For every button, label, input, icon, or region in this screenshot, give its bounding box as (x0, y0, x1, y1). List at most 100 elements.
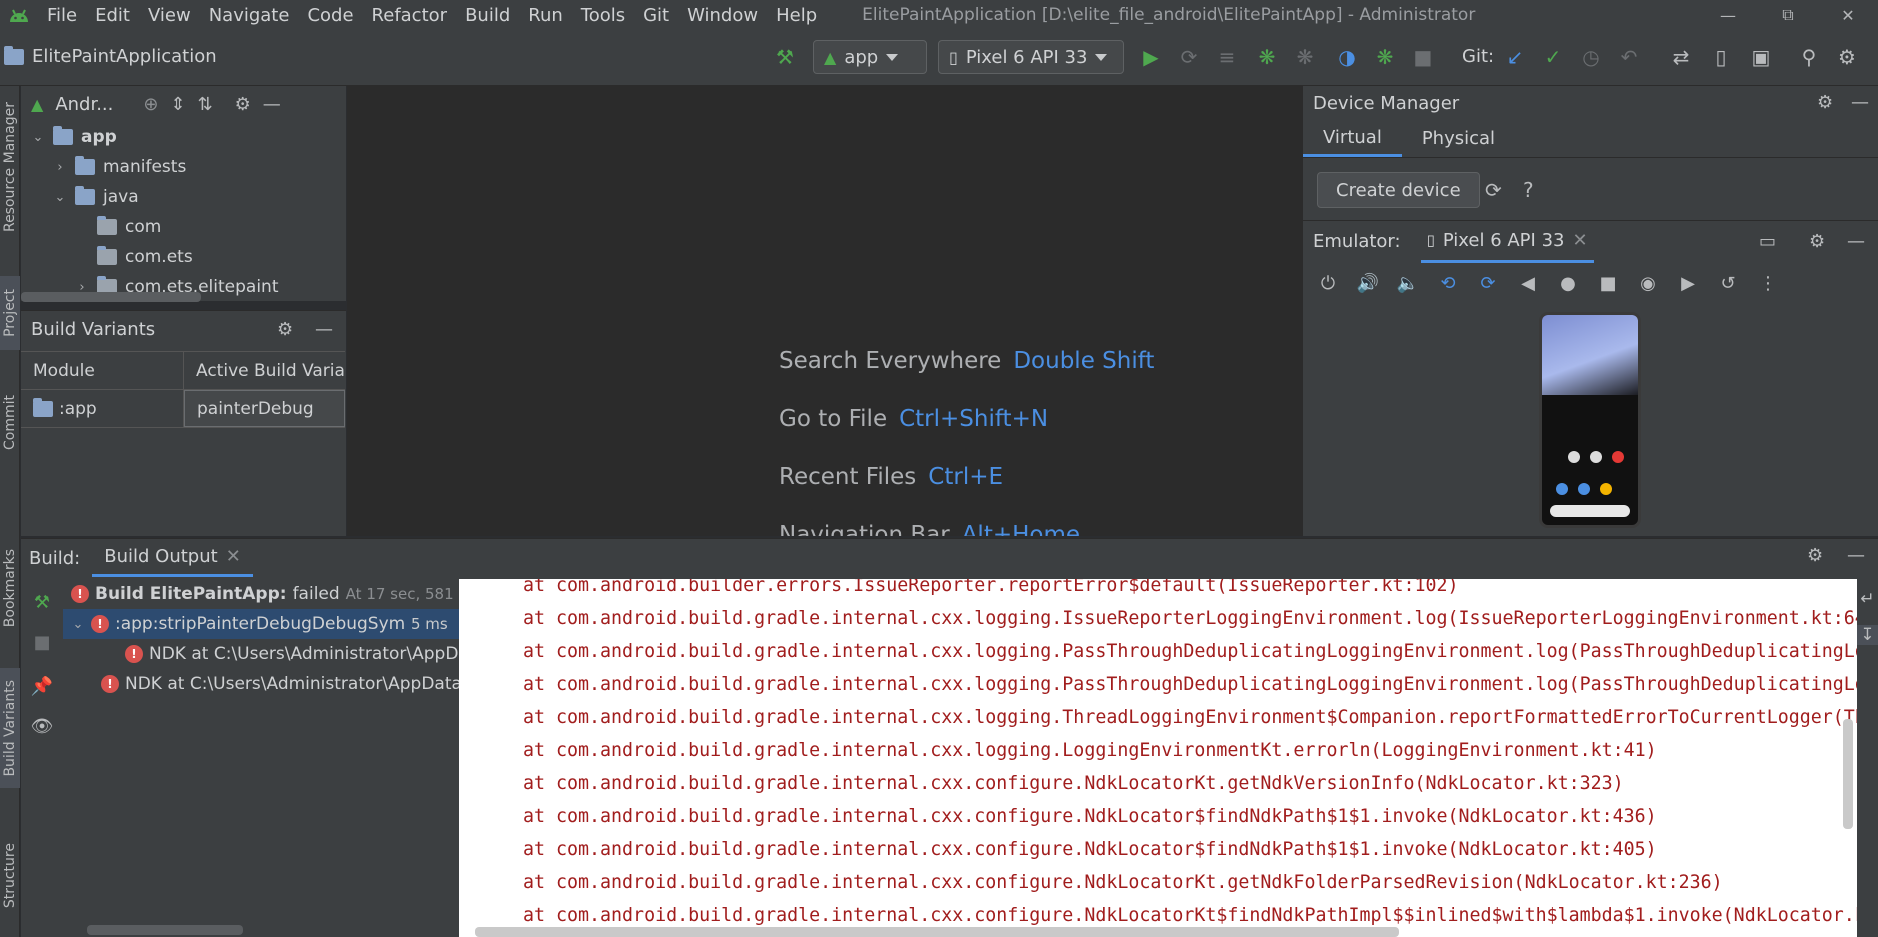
tab-build-output[interactable]: Build Output ✕ (92, 539, 253, 577)
hide-panel-icon[interactable]: — (263, 94, 281, 115)
emulator-screen[interactable] (1539, 312, 1641, 528)
window-layout-icon[interactable]: ▭ (1759, 231, 1776, 252)
tree-item-app[interactable]: ⌄ app (31, 122, 346, 152)
make-project-hammer-icon[interactable]: ⚒ (772, 44, 798, 70)
hide-panel-icon[interactable]: — (1847, 231, 1865, 252)
close-icon[interactable]: ✕ (1818, 0, 1878, 30)
git-commit-icon[interactable]: ✓ (1540, 44, 1566, 70)
tree-item-com[interactable]: com (31, 212, 346, 242)
snapshot-icon[interactable]: ↺ (1713, 268, 1743, 298)
phone-app-icon[interactable] (1556, 483, 1568, 495)
help-icon[interactable]: ? (1523, 178, 1534, 202)
panel-settings-gear-icon[interactable]: ⚙ (277, 319, 293, 340)
build-output-console[interactable]: at com.android.builder.errors.IssueRepor… (459, 579, 1857, 937)
create-device-button[interactable]: Create device (1317, 172, 1480, 208)
hide-panel-icon[interactable]: — (1851, 92, 1869, 113)
run-icon[interactable]: ▶ (1138, 44, 1164, 70)
tree-item-com-ets[interactable]: com.ets (31, 242, 346, 272)
build-message-row[interactable]: ! NDK at C:\Users\Administrator\AppData\… (63, 669, 459, 699)
stop-icon[interactable]: ■ (1410, 44, 1436, 70)
pin-icon[interactable]: 📌 (29, 673, 55, 699)
tab-project[interactable]: Project (0, 276, 20, 350)
git-history-icon[interactable]: ◷ (1578, 44, 1604, 70)
minimize-icon[interactable]: — (1698, 0, 1758, 30)
tab-commit[interactable]: Commit (0, 382, 20, 462)
volume-down-icon[interactable]: 🔈 (1393, 268, 1423, 298)
build-tree-hscrollbar[interactable] (87, 925, 243, 935)
menu-refactor[interactable]: Refactor (363, 5, 457, 26)
git-rollback-icon[interactable]: ↶ (1616, 44, 1642, 70)
project-hscrollbar[interactable] (21, 292, 201, 302)
messages-app-icon[interactable] (1578, 483, 1590, 495)
menu-run[interactable]: Run (519, 5, 572, 26)
tab-physical[interactable]: Physical (1402, 120, 1515, 157)
column-header-active-variant[interactable]: Active Build Varia... (184, 352, 345, 389)
search-icon[interactable]: ⚲ (1796, 44, 1822, 70)
build-task-row[interactable]: ⌄ ! :app:stripPainterDebugDebugSymbols 5… (63, 609, 459, 639)
home-icon[interactable]: ● (1553, 268, 1583, 298)
restore-icon[interactable]: ⧉ (1758, 0, 1818, 30)
menu-window[interactable]: Window (678, 5, 767, 26)
tree-item-java[interactable]: ⌄ java (31, 182, 346, 212)
apply-code-changes-icon[interactable]: ≡ (1214, 44, 1240, 70)
rebuild-hammer-icon[interactable]: ⚒ (29, 589, 55, 615)
eye-icon[interactable]: 👁 (29, 713, 55, 739)
emulator-device-tab[interactable]: ▯ Pixel 6 API 33 ✕ (1420, 221, 1594, 263)
attach-debugger-icon[interactable]: ❋ (1292, 44, 1318, 70)
refresh-icon[interactable]: ⟳ (1485, 178, 1502, 202)
profile-icon[interactable]: ◑ (1334, 44, 1360, 70)
more-options-icon[interactable]: ⋮ (1753, 268, 1783, 298)
menu-build[interactable]: Build (456, 5, 519, 26)
locate-icon[interactable]: ⊕ (143, 94, 158, 115)
tab-virtual[interactable]: Virtual (1303, 120, 1402, 157)
hide-panel-icon[interactable]: — (315, 319, 333, 340)
console-vscrollbar[interactable] (1843, 719, 1853, 829)
panel-settings-gear-icon[interactable]: ⚙ (1809, 231, 1825, 252)
close-tab-icon[interactable]: ✕ (226, 546, 241, 567)
rotate-left-icon[interactable]: ⟲ (1433, 268, 1463, 298)
menu-navigate[interactable]: Navigate (200, 5, 299, 26)
stop-icon[interactable]: ■ (29, 629, 55, 655)
menu-view[interactable]: View (139, 5, 200, 26)
debug-icon[interactable]: ❋ (1254, 44, 1280, 70)
build-result-row[interactable]: ! Build ElitePaintApp: failed At 17 sec,… (63, 579, 459, 609)
menu-edit[interactable]: Edit (86, 5, 139, 26)
power-icon[interactable]: ⏻ (1313, 268, 1343, 298)
tab-bookmarks[interactable]: Bookmarks (0, 538, 20, 638)
volume-up-icon[interactable]: 🔊 (1353, 268, 1383, 298)
gmail-app-icon[interactable] (1568, 451, 1580, 463)
menu-code[interactable]: Code (298, 5, 362, 26)
chrome-app-icon[interactable] (1600, 483, 1612, 495)
scroll-to-end-icon[interactable]: ↧ (1857, 625, 1878, 645)
console-hscrollbar[interactable] (475, 927, 1399, 937)
photos-app-icon[interactable] (1590, 451, 1602, 463)
build-message-row[interactable]: ! NDK at C:\Users\Administrator\AppData\… (63, 639, 459, 669)
column-header-module[interactable]: Module (21, 352, 184, 389)
youtube-app-icon[interactable] (1612, 451, 1624, 463)
expand-all-icon[interactable]: ⇕ (170, 94, 185, 115)
gradle-sync-icon[interactable]: ⇄ (1668, 44, 1694, 70)
rotate-right-icon[interactable]: ⟳ (1473, 268, 1503, 298)
apply-changes-icon[interactable]: ⟳ (1176, 44, 1202, 70)
device-manager-icon[interactable]: ▯ (1708, 44, 1734, 70)
variant-select[interactable]: painterDebug (184, 390, 345, 427)
sdk-manager-icon[interactable]: ▣ (1748, 44, 1774, 70)
soft-wrap-icon[interactable]: ↵ (1857, 589, 1878, 609)
close-tab-icon[interactable]: ✕ (1572, 230, 1587, 251)
settings-gear-icon[interactable]: ⚙ (1834, 44, 1860, 70)
menu-file[interactable]: File (38, 5, 86, 26)
git-update-icon[interactable]: ↙ (1502, 44, 1528, 70)
project-view-selector[interactable]: Andr... (55, 94, 113, 115)
back-icon[interactable]: ◀ (1513, 268, 1543, 298)
panel-settings-gear-icon[interactable]: ⚙ (1817, 92, 1833, 113)
google-search-bar[interactable] (1550, 505, 1630, 517)
run-tests-icon[interactable]: ❋ (1372, 44, 1398, 70)
tree-item-manifests[interactable]: › manifests (31, 152, 346, 182)
menu-tools[interactable]: Tools (572, 5, 634, 26)
project-breadcrumb[interactable]: ElitePaintApplication (4, 45, 217, 67)
record-video-icon[interactable]: ▶ (1673, 268, 1703, 298)
run-config-selector[interactable]: ▲ app (813, 40, 927, 74)
screenshot-camera-icon[interactable]: ◉ (1633, 268, 1663, 298)
menu-git[interactable]: Git (634, 5, 678, 26)
panel-settings-gear-icon[interactable]: ⚙ (1807, 545, 1823, 566)
